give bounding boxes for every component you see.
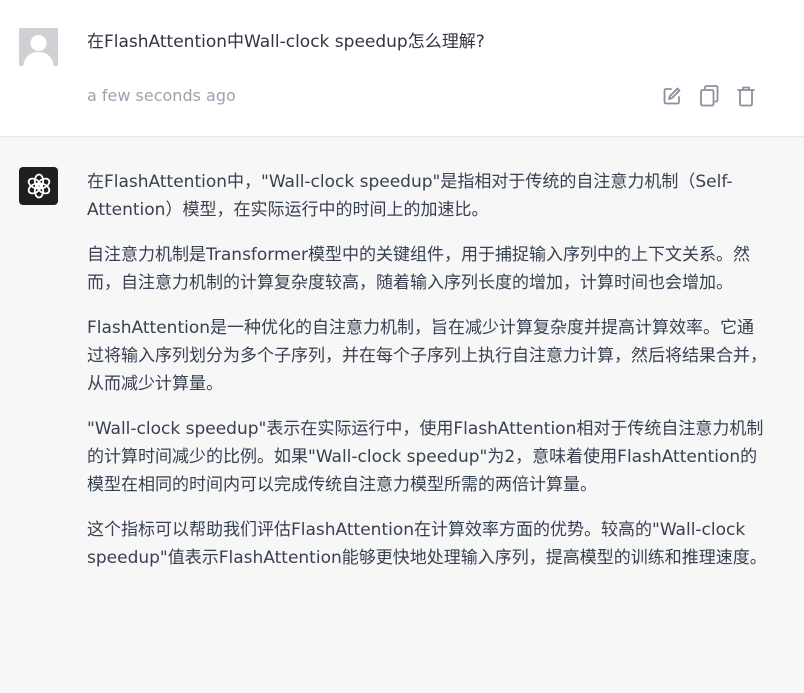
copy-button[interactable] <box>698 85 720 107</box>
message-timestamp: a few seconds ago <box>87 86 236 105</box>
user-silhouette-icon <box>19 28 58 66</box>
answer-paragraph: 这个指标可以帮助我们评估FlashAttention在计算效率方面的优势。较高的… <box>87 520 767 568</box>
user-avatar <box>19 28 58 66</box>
user-message-row: 在FlashAttention中Wall-clock speedup怎么理解? … <box>0 0 804 137</box>
trash-icon <box>737 86 755 107</box>
answer-paragraph: 自注意力机制是Transformer模型中的关键组件，用于捕捉输入序列中的上下文… <box>87 245 751 293</box>
delete-button[interactable] <box>735 85 757 107</box>
answer-paragraph: 在FlashAttention中，"Wall-clock speedup"是指相… <box>87 172 733 220</box>
user-question-text: 在FlashAttention中Wall-clock speedup怎么理解? <box>87 32 485 52</box>
answer-paragraph: "Wall-clock speedup"表示在实际运行中，使用FlashAtte… <box>87 419 764 495</box>
copy-icon <box>700 85 719 107</box>
answer-paragraph: FlashAttention是一种优化的自注意力机制，旨在减少计算复杂度并提高计… <box>87 318 767 394</box>
openai-logo-icon <box>27 173 50 199</box>
assistant-message-row: 在FlashAttention中，"Wall-clock speedup"是指相… <box>0 137 804 693</box>
assistant-answer: 在FlashAttention中，"Wall-clock speedup"是指相… <box>87 168 767 589</box>
edit-button[interactable] <box>661 85 683 107</box>
edit-icon <box>663 87 681 105</box>
message-actions <box>661 85 757 107</box>
assistant-avatar <box>19 167 58 205</box>
